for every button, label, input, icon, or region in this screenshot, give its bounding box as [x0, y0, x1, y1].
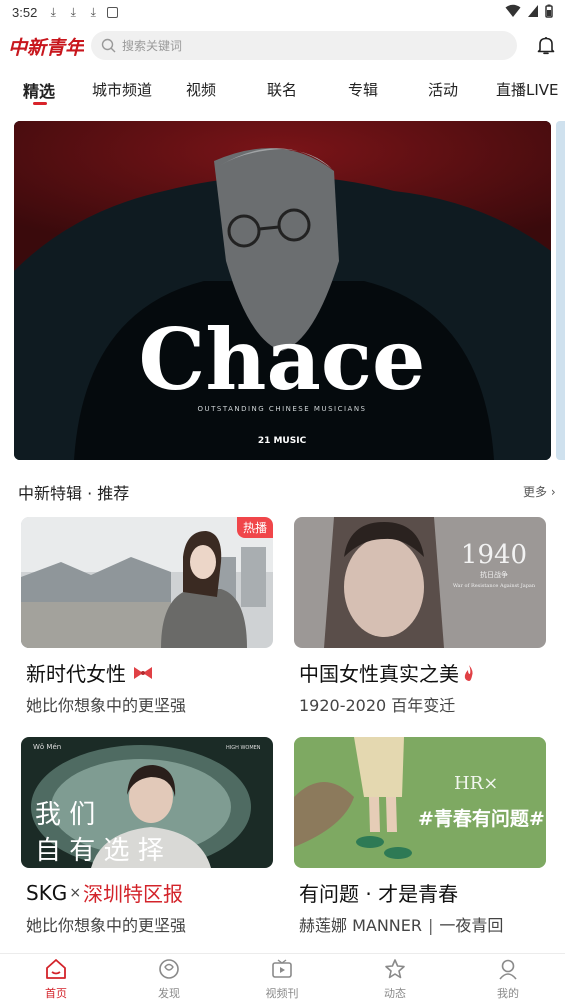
- discover-icon: [159, 959, 179, 979]
- svg-text:OUTSTANDING CHINESE MUSICIANS: OUTSTANDING CHINESE MUSICIANS: [197, 405, 366, 413]
- download-icon: ⤓: [90, 4, 96, 19]
- download-icon: ⤓: [50, 4, 56, 19]
- app-header: 中新青年 搜索关键词: [0, 28, 565, 64]
- card-thumbnail: HR× #青春有问题#: [294, 737, 546, 868]
- wifi-icon: [505, 4, 521, 17]
- svg-text:我 们: 我 们: [35, 800, 95, 830]
- notification-icons: ⤓ ⤓ ⤓: [47, 4, 119, 20]
- nav-home[interactable]: 首页: [26, 958, 86, 1001]
- card-subtitle: 她比你想象中的更坚强: [26, 916, 187, 935]
- feature-card[interactable]: 1940 抗日战争 War of Resistance Against Japa…: [294, 517, 546, 717]
- home-icon: [46, 959, 66, 979]
- svg-text:自 有 选 择: 自 有 选 择: [35, 836, 164, 866]
- nav-feed[interactable]: 动态: [365, 958, 425, 1001]
- svg-text:#青春有问题#: #青春有问题#: [418, 807, 545, 830]
- feature-card[interactable]: 我 们 自 有 选 择 Wǒ Mén HIGH WOMEN SKG × 深圳特区报 …: [21, 737, 273, 937]
- svg-text:War of Resistance Against Japa: War of Resistance Against Japan: [453, 583, 536, 589]
- active-tab-indicator: [33, 102, 47, 105]
- banner-artwork: Chace OUTSTANDING CHINESE MUSICIANS 21 M…: [14, 121, 551, 460]
- svg-text:HIGH WOMEN: HIGH WOMEN: [226, 745, 261, 751]
- search-icon: [101, 38, 116, 53]
- feature-card[interactable]: 热播 新时代女性 她比你想象中的更坚强: [21, 517, 273, 717]
- card-subtitle: 她比你想象中的更坚强: [26, 696, 187, 715]
- nav-discover[interactable]: 发现: [139, 958, 199, 1001]
- app-logo[interactable]: 中新青年: [6, 28, 87, 64]
- card-thumbnail: 我 们 自 有 选 择 Wǒ Mén HIGH WOMEN: [21, 737, 273, 868]
- app-notification-icon: [107, 6, 119, 18]
- flame-icon: [464, 664, 473, 681]
- svg-text:1940: 1940: [461, 540, 527, 570]
- category-tabs: 精选 城市频道 视频 联名 专辑 活动 直播LIVE: [0, 74, 565, 112]
- card-thumbnail: 热播: [21, 517, 273, 648]
- tab-co-brand[interactable]: 联名: [267, 79, 297, 100]
- search-input[interactable]: 搜索关键词: [122, 37, 182, 54]
- more-link[interactable]: 更多 ›: [523, 483, 556, 500]
- nav-profile[interactable]: 我的: [478, 958, 538, 1001]
- svg-text:抗日战争: 抗日战争: [480, 570, 508, 579]
- tab-live[interactable]: 直播LIVE: [496, 79, 559, 100]
- bell-icon[interactable]: [537, 36, 555, 55]
- card-title: 新时代女性: [26, 658, 154, 687]
- battery-icon: [545, 4, 553, 18]
- hot-badge: 热播: [236, 517, 273, 538]
- tab-video[interactable]: 视频: [186, 79, 216, 100]
- card-subtitle: 1920-2020 百年变迁: [299, 696, 456, 715]
- search-bar[interactable]: 搜索关键词: [91, 31, 517, 60]
- video-icon: [272, 959, 292, 978]
- tab-city-channel[interactable]: 城市频道: [92, 79, 152, 100]
- hero-banner[interactable]: Chace OUTSTANDING CHINESE MUSICIANS 21 M…: [14, 121, 551, 460]
- card-thumbnail: 1940 抗日战争 War of Resistance Against Japa…: [294, 517, 546, 648]
- bottom-navigation: 首页 发现 视频刊 动态 我的: [0, 953, 565, 1004]
- status-bar: 3:52 ⤓ ⤓ ⤓: [0, 0, 565, 24]
- nav-video-magazine[interactable]: 视频刊: [252, 958, 312, 1001]
- card-title: SKG × 深圳特区报: [26, 880, 184, 907]
- download-icon: ⤓: [70, 4, 76, 19]
- tab-featured[interactable]: 精选: [23, 78, 55, 102]
- star-icon: [385, 959, 405, 979]
- tab-events[interactable]: 活动: [428, 79, 458, 100]
- feature-card[interactable]: HR× #青春有问题# 有问题 · 才是青春 赫莲娜 MANNER | 一夜青回: [294, 737, 546, 937]
- svg-text:HR×: HR×: [454, 773, 498, 794]
- svg-text:Chace: Chace: [139, 310, 426, 409]
- bow-icon: [134, 666, 152, 679]
- signal-icon: [528, 5, 538, 17]
- svg-text:中新青年: 中新青年: [8, 37, 84, 59]
- card-subtitle: 赫莲娜 MANNER | 一夜青回: [299, 916, 504, 935]
- next-banner-peek[interactable]: [556, 121, 565, 460]
- svg-text:Wǒ Mén: Wǒ Mén: [33, 743, 61, 751]
- card-title: 有问题 · 才是青春: [299, 882, 459, 906]
- svg-text:21 MUSIC: 21 MUSIC: [258, 436, 307, 446]
- tab-album[interactable]: 专辑: [348, 79, 378, 100]
- system-icons: [505, 4, 553, 18]
- card-title: 中国女性真实之美: [299, 658, 475, 687]
- status-time: 3:52: [12, 4, 38, 20]
- section-title: 中新特辑 · 推荐: [18, 484, 130, 503]
- profile-icon: [499, 959, 517, 980]
